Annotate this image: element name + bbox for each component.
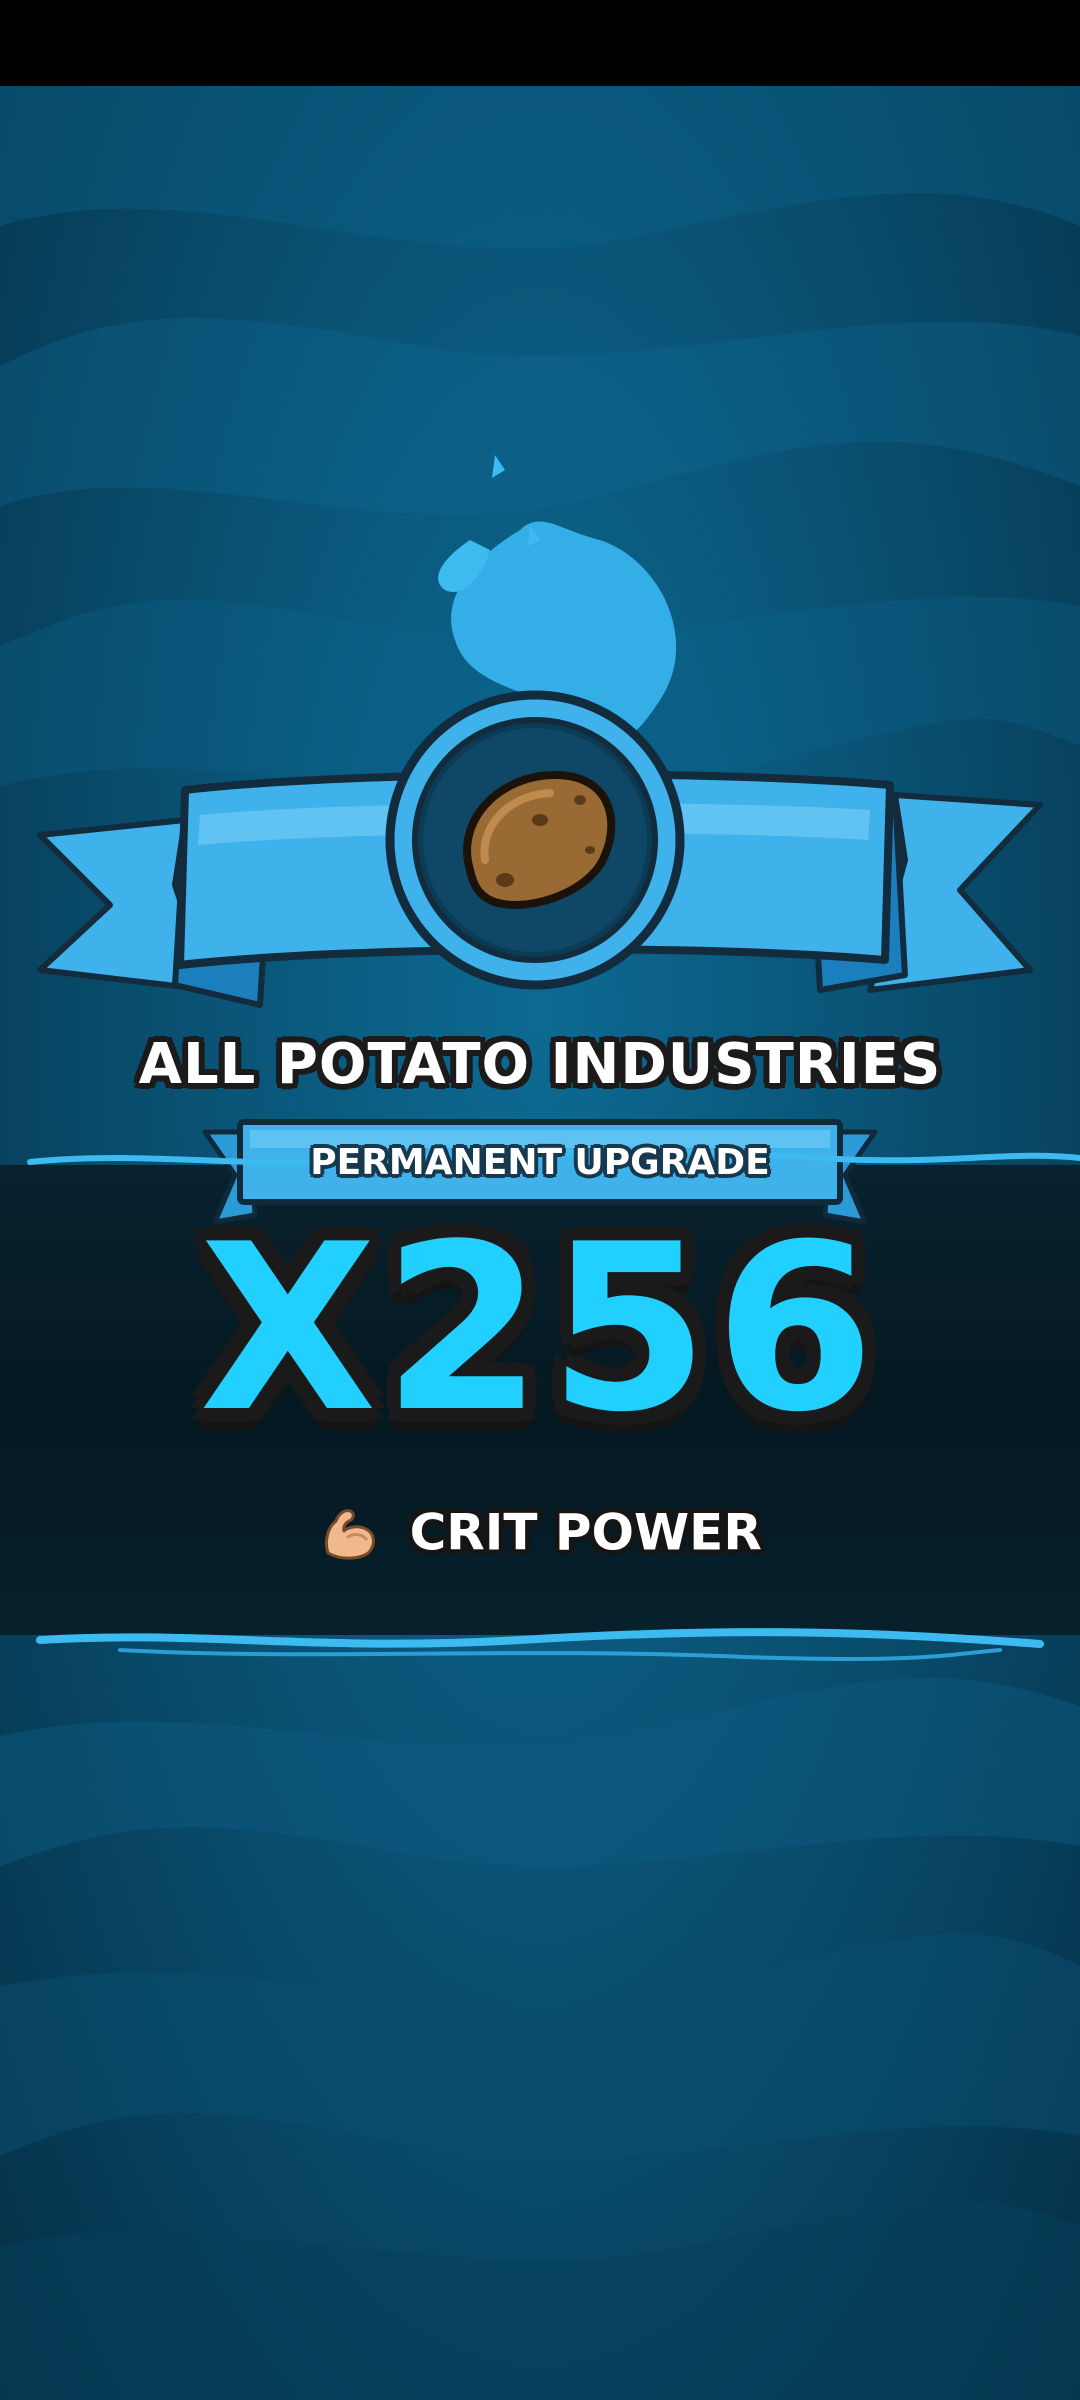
bonus-stat: CRIT POWER: [0, 1500, 1080, 1565]
upgrade-kind-label: PERMANENT UPGRADE: [310, 1142, 770, 1183]
multiplier-value: X256: [199, 1196, 881, 1463]
flexed-biceps-icon: [325, 1508, 376, 1559]
upgrade-reveal-screen[interactable]: ALL POTATO INDUSTRIES PERMANENT UPGRADE …: [0, 0, 1080, 2400]
upgrade-target-title: ALL POTATO INDUSTRIES: [138, 1032, 942, 1097]
bonus-label: CRIT POWER: [409, 1503, 762, 1562]
splash-bottom: [36, 1628, 1044, 1648]
